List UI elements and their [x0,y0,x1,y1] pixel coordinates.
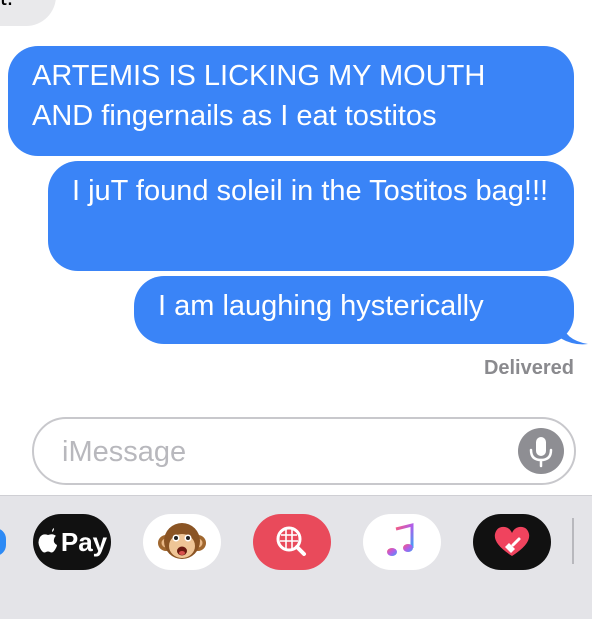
apple-pay-button[interactable]: Pay [33,514,111,570]
image-search-button[interactable] [253,514,331,570]
delivered-status: Delivered [483,357,574,379]
animoji-button[interactable] [143,514,221,570]
apple-pay-label: Pay [60,527,108,557]
messages-screen: t. ARTEMIS IS LICKING MY MOUTH AND finge… [0,0,592,619]
imessage-input[interactable] [60,431,504,473]
animoji-monkey-icon [158,523,206,559]
microphone-button[interactable] [518,428,564,474]
music-button[interactable] [363,514,441,570]
apple-pay-icon: Pay [33,527,111,557]
outgoing-message-bubble[interactable]: I juT found soleil in the Tostitos bag!!… [48,161,574,271]
app-drawer: Pay [0,495,592,619]
outgoing-message-bubble[interactable]: I am laughing hysterically [134,276,574,344]
image-search-icon [276,526,306,556]
music-icon [387,523,414,556]
message-text: I juT found soleil in the Tostitos bag!!… [72,175,549,207]
apple-logo-icon [38,528,57,553]
app-store-icon[interactable] [0,528,6,556]
message-text: ARTEMIS IS LICKING MY MOUTH AND fingerna… [32,60,486,132]
message-composer [32,417,576,485]
bubble-tail-icon [560,320,588,345]
incoming-message-bubble[interactable]: t. [0,0,56,26]
message-text: I am laughing hysterically [158,290,484,322]
microphone-icon [529,437,553,468]
digital-touch-icon [494,526,530,556]
incoming-message-text: t. [0,0,13,10]
tray-divider [572,518,574,564]
outgoing-message-bubble[interactable]: ARTEMIS IS LICKING MY MOUTH AND fingerna… [8,46,574,156]
digital-touch-button[interactable] [473,514,551,570]
